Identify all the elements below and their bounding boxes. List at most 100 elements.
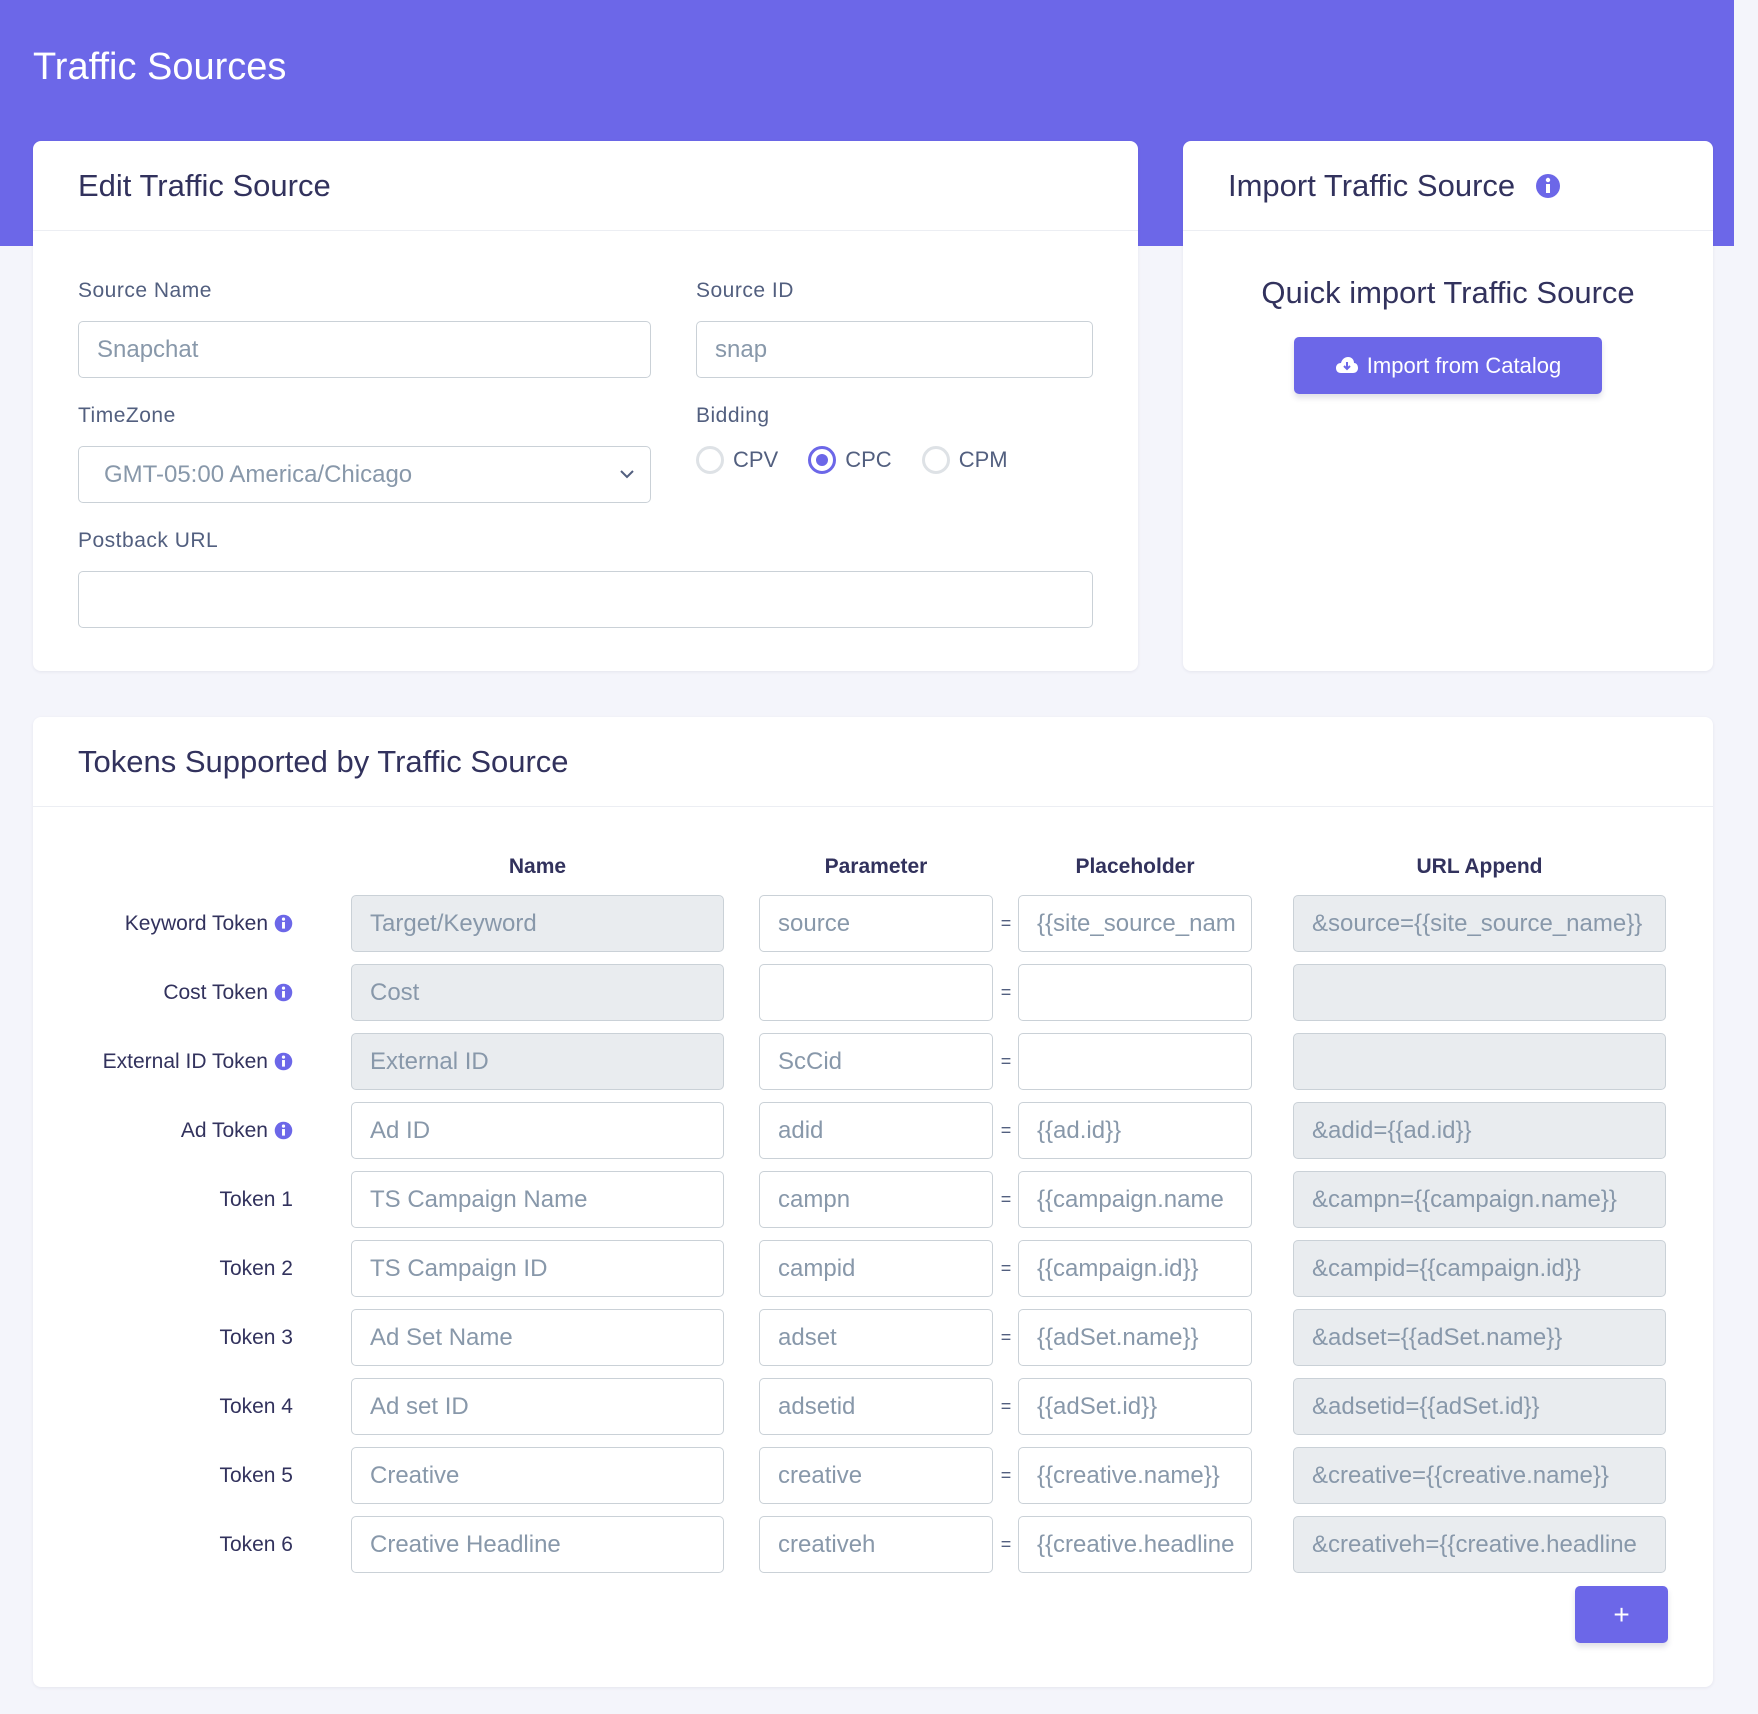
token-url-append-field: &campid={{campaign.id}} — [1293, 1240, 1666, 1297]
timezone-value: GMT-05:00 America/Chicago — [104, 460, 413, 488]
token-label-text: Token 5 — [219, 1463, 293, 1487]
source-id-input[interactable]: snap — [696, 321, 1093, 378]
token-label-text: Token 3 — [219, 1325, 293, 1349]
bidding-option-cpm[interactable]: CPM — [921, 446, 1008, 474]
token-parameter-input[interactable]: campid — [759, 1240, 993, 1297]
token-name-input[interactable]: Creative — [351, 1447, 724, 1504]
radio-circle-selected[interactable] — [808, 446, 837, 474]
edit-card-title: Edit Traffic Source — [33, 141, 1138, 231]
token-row-label: Cost Token — [163, 964, 293, 1021]
bidding-label: Bidding — [696, 404, 770, 427]
token-label-text: Token 6 — [219, 1532, 293, 1556]
chevron-down-icon — [620, 470, 634, 479]
token-name-input[interactable]: TS Campaign Name — [351, 1171, 724, 1228]
token-url-append-field: &creative={{creative.name}} — [1293, 1447, 1666, 1504]
token-parameter-input[interactable]: adsetid — [759, 1378, 993, 1435]
import-subtitle: Quick import Traffic Source — [1261, 275, 1635, 310]
radio-label: CPV — [733, 447, 779, 472]
token-placeholder-input[interactable]: {{campaign.name — [1018, 1171, 1252, 1228]
bidding-radio-group: CPV CPC CPM — [696, 446, 1038, 474]
token-label-text: Token 1 — [219, 1187, 293, 1211]
token-parameter-input[interactable]: source — [759, 895, 993, 952]
timezone-label: TimeZone — [78, 404, 176, 427]
token-parameter-input[interactable] — [759, 964, 993, 1021]
token-name-input[interactable]: Ad ID — [351, 1102, 724, 1159]
equals-sign: = — [1000, 982, 1012, 1002]
column-header-url-append: URL Append — [1416, 855, 1543, 878]
token-parameter-input[interactable]: creativeh — [759, 1516, 993, 1573]
info-icon[interactable] — [274, 1052, 293, 1071]
import-traffic-source-card: Import Traffic Source Quick import Traff… — [1183, 141, 1713, 671]
bidding-option-cpc[interactable]: CPC — [808, 446, 892, 474]
token-url-append-field: &campn={{campaign.name}} — [1293, 1171, 1666, 1228]
token-label-text: External ID Token — [102, 1049, 268, 1073]
info-icon[interactable] — [274, 914, 293, 933]
equals-sign: = — [1000, 1396, 1012, 1416]
page-title: Traffic Sources — [33, 46, 287, 88]
token-name-input[interactable]: TS Campaign ID — [351, 1240, 724, 1297]
token-url-append-field: &source={{site_source_name}} — [1293, 895, 1666, 952]
token-placeholder-input[interactable]: {{creative.name}} — [1018, 1447, 1252, 1504]
column-header-placeholder: Placeholder — [1075, 855, 1195, 878]
token-url-append-field: &creativeh={{creative.headline — [1293, 1516, 1666, 1573]
radio-label: CPM — [958, 447, 1008, 472]
token-placeholder-input[interactable]: {{campaign.id}} — [1018, 1240, 1252, 1297]
token-label-text: Cost Token — [163, 980, 268, 1004]
token-parameter-input[interactable]: adset — [759, 1309, 993, 1366]
token-name-input: Cost — [351, 964, 724, 1021]
import-button-label: Import from Catalog — [1366, 352, 1562, 378]
token-placeholder-input[interactable]: {{adSet.name}} — [1018, 1309, 1252, 1366]
token-name-input[interactable]: Ad Set Name — [351, 1309, 724, 1366]
import-card-title: Import Traffic Source — [1228, 167, 1516, 203]
tokens-card-title: Tokens Supported by Traffic Source — [33, 717, 1713, 807]
equals-sign: = — [1000, 1189, 1012, 1209]
import-card-header: Import Traffic Source — [1183, 141, 1713, 231]
token-name-input: Target/Keyword — [351, 895, 724, 952]
token-label-text: Token 2 — [219, 1256, 293, 1280]
token-placeholder-input[interactable]: {{adSet.id}} — [1018, 1378, 1252, 1435]
edit-traffic-source-card: Edit Traffic Source Source Name Snapchat… — [33, 141, 1138, 671]
token-placeholder-input[interactable] — [1018, 964, 1252, 1021]
token-row-label: Ad Token — [181, 1102, 293, 1159]
column-header-name: Name — [508, 855, 567, 878]
token-placeholder-input[interactable]: {{ad.id}} — [1018, 1102, 1252, 1159]
token-placeholder-input[interactable] — [1018, 1033, 1252, 1090]
token-url-append-field: &adset={{adSet.name}} — [1293, 1309, 1666, 1366]
equals-sign: = — [1000, 1465, 1012, 1485]
token-row-label: Token 2 — [219, 1240, 293, 1297]
token-row-label: Token 4 — [219, 1378, 293, 1435]
token-url-append-field — [1293, 1033, 1666, 1090]
token-name-input[interactable]: Creative Headline — [351, 1516, 724, 1573]
radio-circle[interactable] — [696, 446, 724, 474]
token-parameter-input[interactable]: adid — [759, 1102, 993, 1159]
info-icon[interactable] — [274, 1121, 293, 1140]
info-icon[interactable] — [274, 983, 293, 1002]
token-name-input[interactable]: Ad set ID — [351, 1378, 724, 1435]
postback-url-input[interactable] — [78, 571, 1093, 628]
token-label-text: Ad Token — [180, 1118, 268, 1142]
token-row-label: Token 6 — [219, 1516, 293, 1573]
token-name-input: External ID — [351, 1033, 724, 1090]
token-placeholder-input[interactable]: {{creative.headline — [1018, 1516, 1252, 1573]
token-row-label: Keyword Token — [125, 895, 293, 952]
token-parameter-input[interactable]: ScCid — [759, 1033, 993, 1090]
timezone-select[interactable]: GMT-05:00 America/Chicago — [78, 446, 651, 503]
radio-circle[interactable] — [921, 446, 950, 474]
token-url-append-field: &adsetid={{adSet.id}} — [1293, 1378, 1666, 1435]
import-from-catalog-button[interactable]: Import from Catalog — [1294, 337, 1602, 394]
info-icon[interactable] — [1535, 173, 1561, 199]
postback-url-label: Postback URL — [78, 529, 219, 552]
token-row-label: Token 3 — [219, 1309, 293, 1366]
token-row-label: Token 1 — [219, 1171, 293, 1228]
column-header-parameter: Parameter — [824, 855, 928, 878]
bidding-option-cpv[interactable]: CPV — [696, 446, 778, 474]
source-name-label: Source Name — [78, 279, 212, 302]
source-name-input[interactable]: Snapchat — [78, 321, 651, 378]
token-parameter-input[interactable]: campn — [759, 1171, 993, 1228]
token-parameter-input[interactable]: creative — [759, 1447, 993, 1504]
token-placeholder-input[interactable]: {{site_source_nam — [1018, 895, 1252, 952]
radio-label: CPC — [845, 447, 892, 472]
equals-sign: = — [1000, 1258, 1012, 1278]
add-token-button[interactable]: + — [1575, 1586, 1668, 1643]
equals-sign: = — [1000, 913, 1012, 933]
